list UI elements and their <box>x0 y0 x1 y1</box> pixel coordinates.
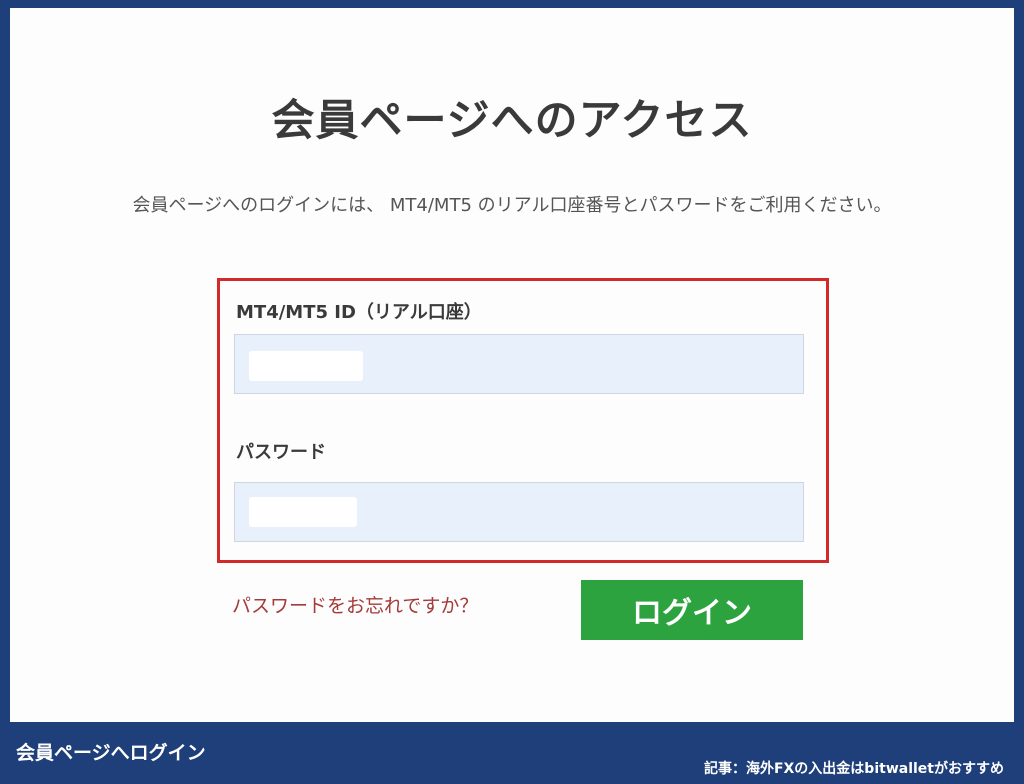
password-field-label: パスワード <box>236 442 326 463</box>
password-input[interactable] <box>234 482 804 542</box>
screenshot-frame: 会員ページへのアクセス 会員ページへのログインには、 MT4/MT5 のリアル口… <box>0 0 1024 784</box>
login-instruction: 会員ページへのログインには、 MT4/MT5 のリアル口座番号とパスワードをご利… <box>132 195 892 216</box>
page-title: 会員ページへのアクセス <box>271 96 753 146</box>
password-masked-value <box>249 497 357 527</box>
login-panel: 会員ページへのアクセス 会員ページへのログインには、 MT4/MT5 のリアル口… <box>10 8 1014 722</box>
id-masked-value <box>249 351 363 381</box>
footer-article-link: 記事：海外FXの入出金はbitwalletがおすすめ <box>703 761 1004 777</box>
login-button[interactable]: ログイン <box>581 580 803 640</box>
id-input[interactable] <box>234 334 804 394</box>
forgot-password-link[interactable]: パスワードをお忘れですか？ <box>232 591 478 618</box>
footer-caption: 会員ページへログイン <box>16 742 206 764</box>
id-field-label: MT4/MT5 ID（リアル口座） <box>236 302 482 323</box>
